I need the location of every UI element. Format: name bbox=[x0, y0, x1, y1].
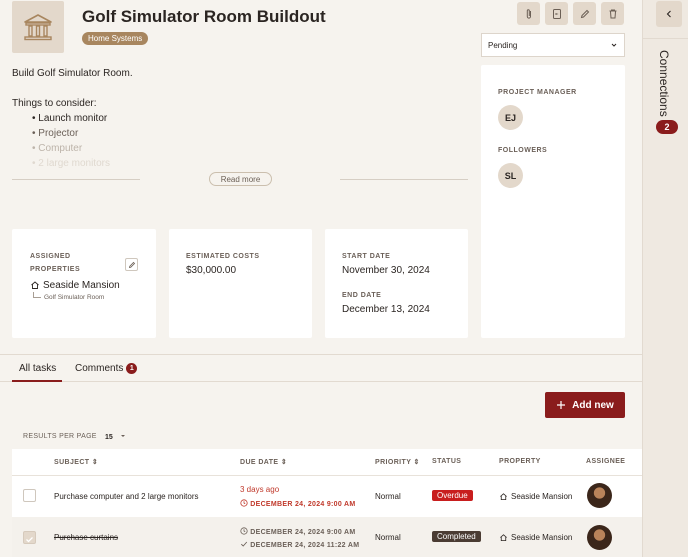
column-header-priority[interactable]: PRIORITY ⇕ bbox=[375, 458, 420, 466]
delete-button[interactable] bbox=[601, 2, 624, 25]
assignee-avatar[interactable] bbox=[587, 483, 612, 508]
start-date-label: START DATE bbox=[342, 253, 391, 260]
divider bbox=[0, 354, 642, 355]
costs-label: ESTIMATED COSTS bbox=[186, 253, 260, 260]
clock-icon bbox=[240, 499, 248, 507]
row-checkbox-checked[interactable] bbox=[23, 531, 36, 544]
project-logo bbox=[12, 1, 64, 53]
clock-icon bbox=[240, 527, 248, 535]
pencil-icon bbox=[128, 261, 135, 268]
chevron-down-icon bbox=[611, 43, 617, 47]
row-checkbox[interactable] bbox=[23, 489, 36, 502]
start-date-value: November 30, 2024 bbox=[342, 265, 430, 276]
results-per-page-label: RESULTS PER PAGE bbox=[23, 433, 97, 440]
task-subject[interactable]: Purchase computer and 2 large monitors bbox=[54, 492, 199, 501]
description-consider: Things to consider: bbox=[12, 98, 97, 109]
category-tag[interactable]: Home Systems bbox=[82, 32, 149, 45]
status-badge: Overdue bbox=[432, 490, 473, 501]
check-icon bbox=[240, 541, 248, 547]
description-item: • Launch monitor bbox=[32, 113, 108, 124]
connections-count-badge: 2 bbox=[656, 120, 678, 134]
task-subject[interactable]: Purchase curtains bbox=[54, 533, 118, 542]
status-select[interactable]: Pending bbox=[481, 33, 625, 57]
status-badge: Completed bbox=[432, 531, 481, 542]
read-more-button[interactable]: Read more bbox=[209, 172, 272, 186]
building-icon bbox=[24, 14, 52, 41]
expand-pane-button[interactable] bbox=[656, 1, 682, 27]
tab-comments-label: Comments bbox=[75, 363, 124, 374]
estimated-costs-card: ESTIMATED COSTS $30,000.00 bbox=[169, 229, 312, 338]
home-icon bbox=[500, 493, 507, 501]
chevron-left-icon bbox=[666, 10, 671, 18]
end-date-label: END DATE bbox=[342, 292, 382, 299]
assigned-properties-card: ASSIGNED PROPERTIES Seaside Mansion Golf… bbox=[12, 229, 156, 338]
costs-value: $30,000.00 bbox=[186, 265, 237, 276]
checkmark-icon bbox=[26, 537, 33, 543]
tab-all-tasks[interactable]: All tasks bbox=[19, 363, 56, 374]
dates-card: START DATE November 30, 2024 END DATE De… bbox=[325, 229, 468, 338]
description-item: • 2 large monitors bbox=[32, 158, 110, 169]
room-name[interactable]: Golf Simulator Room bbox=[44, 294, 104, 301]
attach-button[interactable] bbox=[517, 2, 540, 25]
active-tab-indicator bbox=[12, 380, 62, 382]
edit-properties-button[interactable] bbox=[125, 258, 138, 271]
status-select-value: Pending bbox=[488, 40, 518, 50]
avatar[interactable]: SL bbox=[498, 163, 523, 188]
column-header-property: PROPERTY bbox=[499, 458, 541, 465]
pencil-icon bbox=[580, 9, 589, 18]
assigned-label: ASSIGNED bbox=[30, 253, 71, 260]
column-header-status: STATUS bbox=[432, 458, 462, 465]
due-date: DECEMBER 24, 2024 9:00 AM bbox=[240, 527, 356, 536]
due-date: DECEMBER 24, 2024 9:00 AM bbox=[240, 499, 356, 508]
results-per-page-value: 15 bbox=[105, 434, 113, 441]
assignee-avatar[interactable] bbox=[587, 525, 612, 550]
followers-label: FOLLOWERS bbox=[498, 147, 548, 154]
tree-connector bbox=[33, 292, 41, 298]
home-icon bbox=[31, 281, 39, 289]
caret-down-icon bbox=[120, 435, 125, 437]
description-item: • Projector bbox=[32, 128, 79, 139]
main-panel: Golf Simulator Room Buildout Home System… bbox=[0, 0, 642, 557]
row-property[interactable]: Seaside Mansion bbox=[511, 492, 572, 501]
note-button[interactable] bbox=[545, 2, 568, 25]
trash-icon bbox=[609, 9, 616, 18]
home-icon bbox=[500, 534, 507, 542]
project-manager-label: PROJECT MANAGER bbox=[498, 89, 577, 96]
properties-label: PROPERTIES bbox=[30, 266, 81, 273]
priority: Normal bbox=[375, 533, 401, 542]
due-relative: 3 days ago bbox=[240, 485, 280, 494]
paperclip-icon bbox=[526, 8, 531, 19]
column-header-subject[interactable]: SUBJECT ⇕ bbox=[54, 458, 98, 466]
completed-date: DECEMBER 24, 2024 11:22 AM bbox=[240, 540, 359, 549]
connections-pane: Connections 2 bbox=[642, 0, 688, 557]
results-per-page-select[interactable]: 15 bbox=[105, 433, 127, 441]
divider bbox=[340, 179, 468, 180]
note-icon bbox=[552, 8, 561, 19]
tab-comments[interactable]: Comments 1 bbox=[75, 363, 138, 374]
plus-icon bbox=[557, 401, 566, 409]
divider bbox=[0, 381, 642, 382]
property-name[interactable]: Seaside Mansion bbox=[43, 280, 120, 291]
column-header-assignee: ASSIGNEE bbox=[586, 458, 626, 465]
row-property[interactable]: Seaside Mansion bbox=[511, 533, 572, 542]
avatar[interactable]: EJ bbox=[498, 105, 523, 130]
connections-label[interactable]: Connections bbox=[657, 50, 671, 117]
tasks-table: SUBJECT ⇕ DUE DATE ⇕ PRIORITY ⇕ STATUS P… bbox=[12, 449, 642, 557]
people-card: PROJECT MANAGER EJ FOLLOWERS SL bbox=[481, 65, 625, 338]
end-date-value: December 13, 2024 bbox=[342, 304, 430, 315]
page-title: Golf Simulator Room Buildout bbox=[82, 7, 326, 26]
priority: Normal bbox=[375, 492, 401, 501]
comments-count-badge: 1 bbox=[126, 363, 138, 374]
add-new-label: Add new bbox=[572, 399, 614, 411]
divider bbox=[643, 38, 688, 39]
description-intro: Build Golf Simulator Room. bbox=[12, 68, 133, 79]
divider bbox=[12, 475, 642, 476]
column-header-due-date[interactable]: DUE DATE ⇕ bbox=[240, 458, 287, 466]
divider bbox=[12, 179, 140, 180]
description-item: • Computer bbox=[32, 143, 83, 154]
add-new-button[interactable]: Add new bbox=[545, 392, 625, 418]
edit-button[interactable] bbox=[573, 2, 596, 25]
